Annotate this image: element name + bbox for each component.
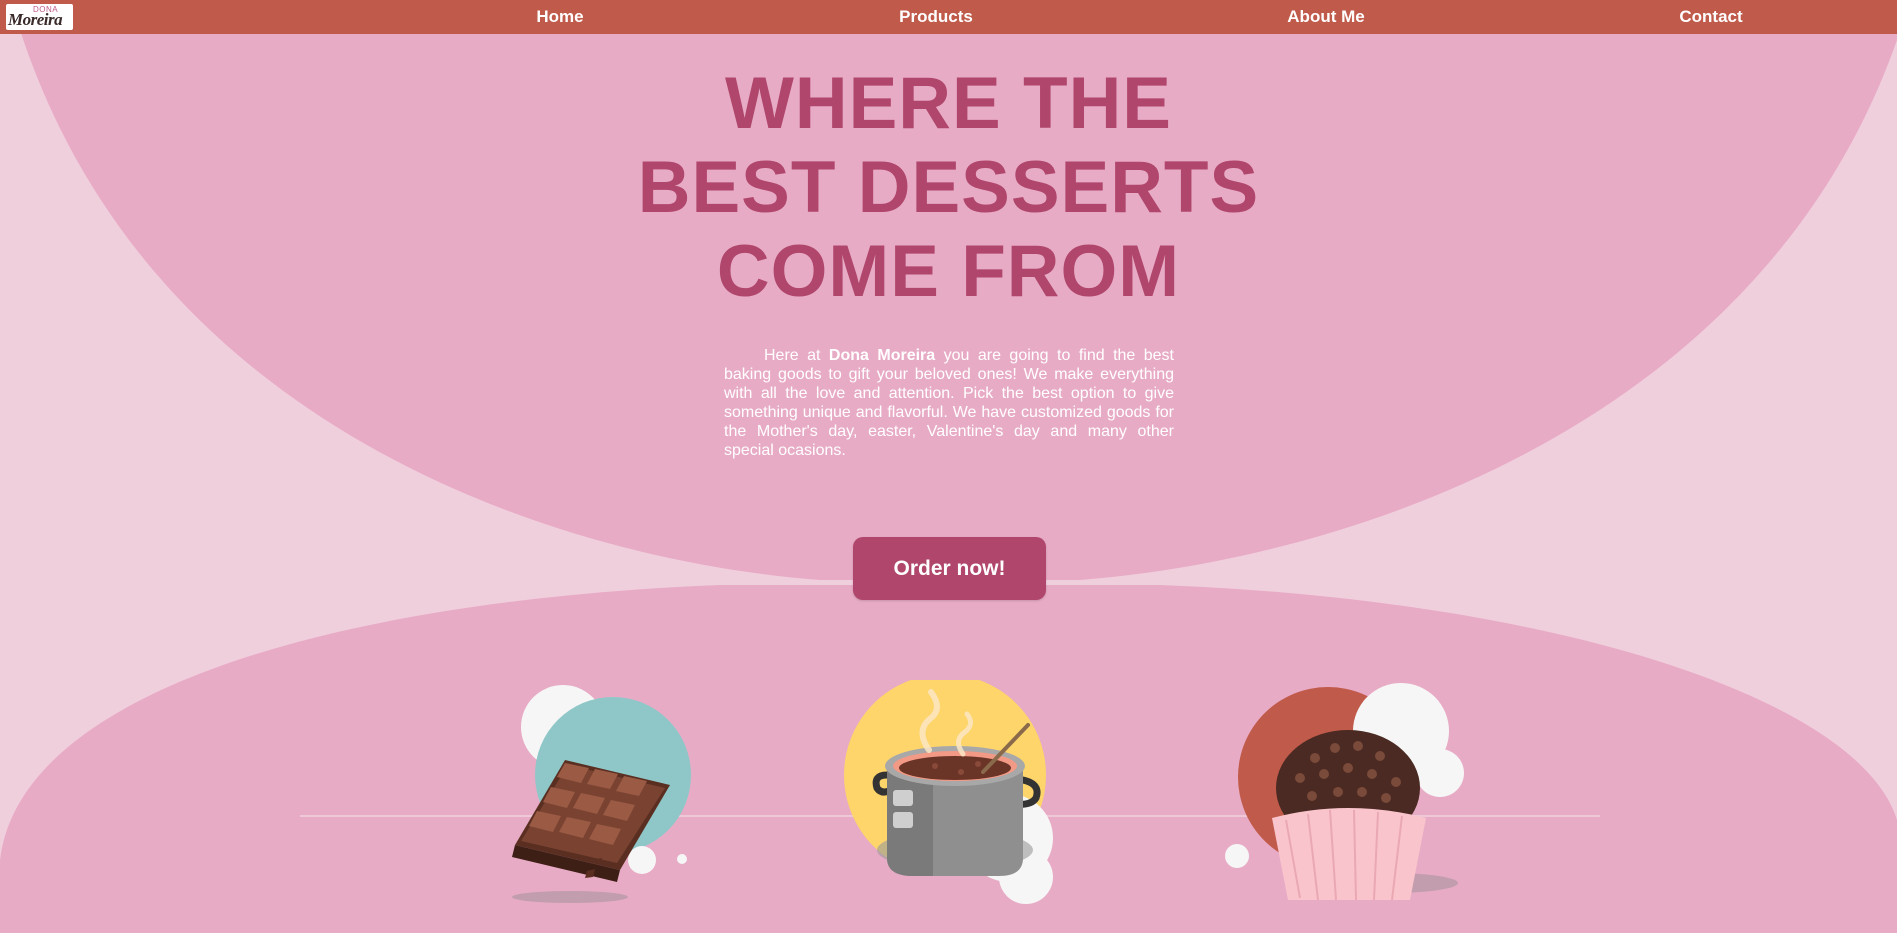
hero-description: Here at Dona Moreira you are going to fi… (724, 346, 1174, 460)
hero-title-line-3: COME FROM (716, 231, 1181, 312)
nav-products-link[interactable]: Products (899, 7, 973, 27)
hero-title: WHERE THE BEST DESSERTS COME FROM (0, 62, 1897, 314)
order-now-button[interactable]: Order now! (853, 537, 1046, 600)
cooking-pot-icon (844, 680, 1053, 904)
brand-name: Dona Moreira (828, 347, 936, 364)
cupcake-icon (1225, 683, 1464, 901)
logo[interactable]: DONA Moreira (6, 4, 73, 30)
hero-title-line-1: WHERE THE (725, 63, 1172, 144)
navbar: DONA Moreira Home Products About Me Cont… (0, 0, 1897, 34)
hero-text-intro: Here at (764, 347, 829, 364)
hero-title-line-2: BEST DESSERTS (637, 147, 1260, 228)
nav-about-link[interactable]: About Me (1287, 7, 1364, 27)
nav-contact-link[interactable]: Contact (1679, 7, 1742, 27)
chocolate-bar-icon (512, 685, 691, 903)
nav-home-link[interactable]: Home (536, 7, 583, 27)
logo-script-text: Moreira (8, 10, 63, 29)
